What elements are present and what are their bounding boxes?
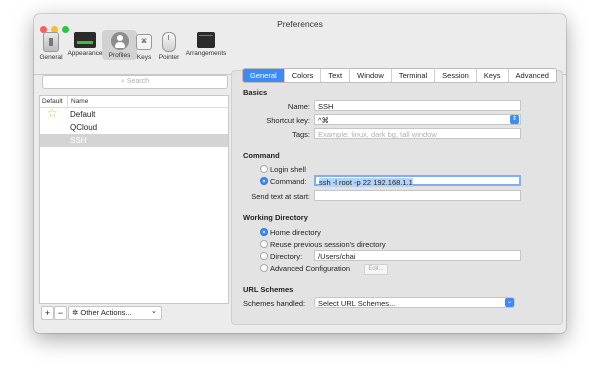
basics-heading: Basics xyxy=(243,88,268,97)
url-schemes-value: Select URL Schemes... xyxy=(318,299,396,308)
toolbar-appearance-label: Appearance xyxy=(67,50,103,57)
tab-window[interactable]: Window xyxy=(350,69,392,82)
tab-colors[interactable]: Colors xyxy=(285,69,322,82)
send-text-label: Send text at start: xyxy=(251,192,310,201)
profiles-pane: ⌕ Search Default Name ☆ Default QCloud S… xyxy=(39,71,229,327)
profile-name: Default xyxy=(70,110,96,119)
shortcut-key-label: Shortcut key: xyxy=(266,116,310,125)
profiles-actions-bar: + − ✲ Other Actions... ⌄ xyxy=(39,306,227,320)
chevron-down-icon: ⌄ xyxy=(505,298,514,307)
url-schemes-select[interactable]: Select URL Schemes... ⌄ xyxy=(314,297,515,308)
home-directory-label: Home directory xyxy=(270,228,321,237)
command-field[interactable]: ssh -l root -p 22 192.168.1.1 xyxy=(314,175,521,187)
login-shell-radio[interactable] xyxy=(260,165,268,173)
toolbar-arrangements-label: Arrangements xyxy=(185,50,227,57)
column-name[interactable]: Name xyxy=(67,96,88,107)
preferences-window: Preferences General Appearance Profiles … xyxy=(34,14,566,333)
edit-button[interactable]: Edit... xyxy=(364,264,388,275)
advanced-config-radio[interactable] xyxy=(260,264,268,272)
profile-settings-pane: General Colors Text Window Terminal Sess… xyxy=(231,68,563,325)
toolbar-arrangements[interactable]: Arrangements xyxy=(185,32,227,57)
remove-profile-button[interactable]: − xyxy=(54,306,67,320)
directory-label: Directory: xyxy=(270,252,303,261)
profile-search-input[interactable]: ⌕ Search xyxy=(42,75,228,89)
profile-name: SSH xyxy=(70,136,87,145)
tab-advanced[interactable]: Advanced xyxy=(509,69,556,82)
tab-text[interactable]: Text xyxy=(321,69,351,82)
window-title: Preferences xyxy=(277,19,323,29)
toolbar-profiles-label: Profiles xyxy=(108,52,131,59)
send-text-field[interactable] xyxy=(314,190,521,201)
command-heading: Command xyxy=(243,151,280,160)
profiles-icon xyxy=(110,32,129,50)
chevron-down-icon: ⌄ xyxy=(150,306,157,315)
keys-icon: ⌘ xyxy=(136,34,152,50)
gear-icon: ✲ xyxy=(72,308,79,317)
toolbar-pointer[interactable]: Pointer xyxy=(156,32,182,61)
command-label: Command: xyxy=(270,177,307,186)
schemes-handled-label: Schemes handled: xyxy=(243,299,306,308)
tab-session[interactable]: Session xyxy=(435,69,477,82)
tab-keys[interactable]: Keys xyxy=(477,69,509,82)
working-directory-heading: Working Directory xyxy=(243,213,308,222)
arrangements-icon xyxy=(197,32,215,48)
search-icon: ⌕ xyxy=(120,78,125,85)
toolbar-keys-label: Keys xyxy=(136,54,152,61)
profiles-list-header: Default Name xyxy=(40,96,228,108)
search-placeholder: Search xyxy=(126,78,150,85)
toolbar-general[interactable]: General xyxy=(37,32,65,61)
reuse-directory-label: Reuse previous session's directory xyxy=(270,240,386,249)
toolbar-pointer-label: Pointer xyxy=(158,54,180,61)
tags-label: Tags: xyxy=(292,130,310,139)
add-profile-button[interactable]: + xyxy=(41,306,54,320)
profile-row-qcloud[interactable]: QCloud xyxy=(40,121,228,134)
tab-general[interactable]: General xyxy=(243,69,285,82)
profile-tabs: General Colors Text Window Terminal Sess… xyxy=(242,68,557,83)
other-actions-label: Other Actions... xyxy=(80,308,132,317)
toolbar-profiles[interactable]: Profiles xyxy=(102,30,137,60)
tags-field[interactable]: Example: linux, dark bg, tall window xyxy=(314,128,521,139)
url-schemes-heading: URL Schemes xyxy=(243,285,294,294)
toolbar-appearance[interactable]: Appearance xyxy=(67,32,103,57)
chevron-updown-icon: ⇕ xyxy=(510,115,519,124)
pointer-icon xyxy=(162,32,176,52)
default-star-icon: ☆ xyxy=(47,106,58,120)
appearance-icon xyxy=(74,32,96,48)
directory-radio[interactable] xyxy=(260,252,268,260)
directory-field[interactable]: /Users/chai xyxy=(314,250,521,261)
profile-row-default[interactable]: ☆ Default xyxy=(40,106,228,121)
name-field[interactable]: SSH xyxy=(314,100,521,111)
tab-terminal[interactable]: Terminal xyxy=(392,69,436,82)
other-actions-button[interactable]: ✲ Other Actions... ⌄ xyxy=(68,306,162,320)
command-value: ssh -l root -p 22 192.168.1.1 xyxy=(319,178,413,187)
shortcut-key-select[interactable]: ^⌘ ⇕ xyxy=(314,114,521,125)
home-directory-radio[interactable] xyxy=(260,228,268,236)
toolbar-keys[interactable]: ⌘ Keys xyxy=(135,32,153,61)
login-shell-label: Login shell xyxy=(270,165,306,174)
shortcut-key-value: ^⌘ xyxy=(318,116,330,125)
toolbar-general-label: General xyxy=(39,54,63,61)
general-icon xyxy=(43,32,59,52)
profile-row-ssh[interactable]: SSH xyxy=(40,134,228,147)
command-radio[interactable] xyxy=(260,177,268,185)
reuse-directory-radio[interactable] xyxy=(260,240,268,248)
profiles-list: Default Name ☆ Default QCloud SSH xyxy=(39,95,229,304)
advanced-config-label: Advanced Configuration xyxy=(270,264,351,273)
profile-name: QCloud xyxy=(70,123,98,132)
name-label: Name: xyxy=(287,102,310,111)
